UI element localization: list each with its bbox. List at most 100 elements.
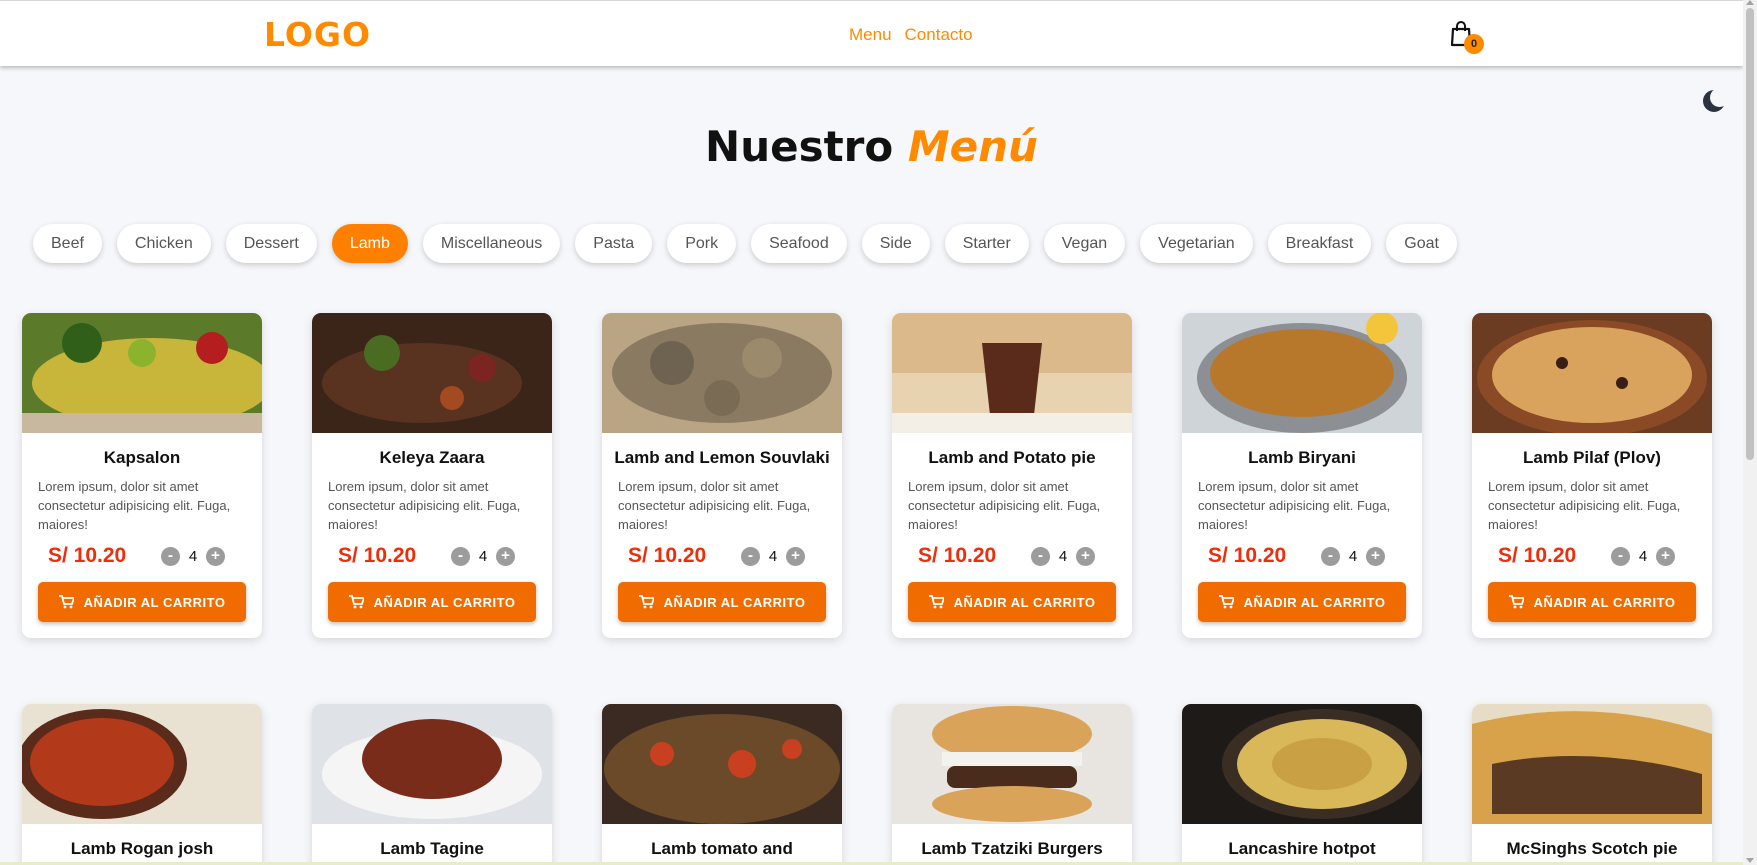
- product-name: Lamb and Potato pie: [928, 448, 1096, 467]
- quantity-value: 4: [478, 547, 488, 565]
- category-chip-seafood[interactable]: Seafood: [751, 224, 847, 263]
- scroll-down-arrow-icon[interactable]: [1746, 858, 1754, 863]
- product-description: Lorem ipsum, dolor sit amet consectetur …: [1488, 479, 1681, 532]
- category-chip-beef[interactable]: Beef: [33, 224, 102, 263]
- add-to-cart-label: AÑADIR AL CARRITO: [373, 594, 516, 610]
- price-row: S/ 10.20 - 4 +: [1182, 534, 1422, 570]
- quantity-stepper: - 4 +: [1031, 546, 1095, 566]
- plus-icon[interactable]: +: [1656, 546, 1675, 566]
- food-image: [1182, 313, 1422, 433]
- category-chip-goat[interactable]: Goat: [1386, 224, 1457, 263]
- food-image: [312, 704, 552, 824]
- product-name: Lamb and Lemon Souvlaki: [614, 448, 830, 467]
- main-nav: Menu Contacto: [849, 25, 973, 45]
- product-card: Lancashire hotpot: [1182, 704, 1422, 865]
- minus-icon[interactable]: -: [741, 546, 760, 566]
- product-price: S/ 10.20: [48, 544, 127, 567]
- food-image: [1472, 313, 1712, 433]
- site-header: LOGO Menu Contacto 0: [0, 0, 1743, 66]
- minus-icon[interactable]: -: [1321, 546, 1340, 566]
- category-chip-vegetarian[interactable]: Vegetarian: [1140, 224, 1253, 263]
- product-card: Kapsalon Lorem ipsum, dolor sit amet con…: [22, 313, 262, 638]
- category-chip-pasta[interactable]: Pasta: [575, 224, 653, 263]
- product-description: Lorem ipsum, dolor sit amet consectetur …: [328, 479, 521, 532]
- minus-icon[interactable]: -: [161, 546, 180, 566]
- quantity-value: 4: [1638, 547, 1648, 565]
- add-to-cart-button[interactable]: AÑADIR AL CARRITO: [1198, 582, 1406, 622]
- plus-icon[interactable]: +: [1366, 546, 1385, 566]
- plus-icon[interactable]: +: [206, 546, 225, 566]
- category-chip-starter[interactable]: Starter: [944, 224, 1029, 263]
- plus-icon[interactable]: +: [786, 546, 805, 566]
- title-prefix: Nuestro: [705, 122, 894, 171]
- product-name: Keleya Zaara: [379, 448, 485, 467]
- category-chip-lamb[interactable]: Lamb: [331, 224, 408, 263]
- product-card: Lamb Tzatziki Burgers: [892, 704, 1132, 865]
- product-card: Lamb Tagine: [312, 704, 552, 865]
- scroll-up-arrow-icon[interactable]: [1746, 0, 1754, 5]
- product-card: Keleya Zaara Lorem ipsum, dolor sit amet…: [312, 313, 552, 638]
- product-name: Lamb Rogan josh: [70, 839, 214, 858]
- product-price: S/ 10.20: [918, 544, 997, 567]
- product-name: Lamb Pilaf (Plov): [1523, 448, 1661, 467]
- product-card: McSinghs Scotch pie: [1472, 704, 1712, 865]
- add-to-cart-label: AÑADIR AL CARRITO: [1533, 594, 1676, 610]
- scrollbar-thumb[interactable]: [1746, 8, 1754, 460]
- category-chip-side[interactable]: Side: [861, 224, 930, 263]
- quantity-stepper: - 4 +: [1321, 546, 1385, 566]
- product-card: Lamb tomato and: [602, 704, 842, 865]
- quantity-value: 4: [188, 547, 198, 565]
- add-to-cart-label: AÑADIR AL CARRITO: [663, 594, 806, 610]
- price-row: S/ 10.20 - 4 +: [892, 534, 1132, 570]
- cart-icon: [928, 595, 944, 609]
- cart-icon: [1218, 595, 1234, 609]
- plus-icon[interactable]: +: [496, 546, 515, 566]
- price-row: S/ 10.20 - 4 +: [1472, 534, 1712, 570]
- nav-link-contacto[interactable]: Contacto: [905, 25, 973, 45]
- quantity-value: 4: [1348, 547, 1358, 565]
- moon-icon[interactable]: [1703, 88, 1729, 112]
- nav-link-menu[interactable]: Menu: [849, 25, 892, 45]
- add-to-cart-button[interactable]: AÑADIR AL CARRITO: [38, 582, 246, 622]
- quantity-stepper: - 4 +: [161, 546, 225, 566]
- product-name: Kapsalon: [103, 448, 181, 467]
- category-chip-chicken[interactable]: Chicken: [116, 224, 211, 263]
- minus-icon[interactable]: -: [451, 546, 470, 566]
- category-chip-pork[interactable]: Pork: [667, 224, 737, 263]
- add-to-cart-button[interactable]: AÑADIR AL CARRITO: [618, 582, 826, 622]
- food-image: [22, 313, 262, 433]
- price-row: S/ 10.20 - 4 +: [602, 534, 842, 570]
- page-scrollbar[interactable]: [1743, 0, 1757, 865]
- add-to-cart-label: AÑADIR AL CARRITO: [1243, 594, 1386, 610]
- minus-icon[interactable]: -: [1611, 546, 1630, 566]
- cart-button[interactable]: 0: [1450, 21, 1484, 55]
- product-description: Lorem ipsum, dolor sit amet consectetur …: [1198, 479, 1391, 532]
- quantity-stepper: - 4 +: [451, 546, 515, 566]
- add-to-cart-label: AÑADIR AL CARRITO: [83, 594, 226, 610]
- price-row: S/ 10.20 - 4 +: [22, 534, 262, 570]
- category-chip-vegan[interactable]: Vegan: [1043, 224, 1126, 263]
- quantity-stepper: - 4 +: [1611, 546, 1675, 566]
- product-name: Lamb Tagine: [380, 839, 484, 858]
- category-filter-bar: Beef Chicken Dessert Lamb Miscellaneous …: [33, 224, 1457, 263]
- product-name: Lamb Tzatziki Burgers: [921, 839, 1103, 858]
- add-to-cart-button[interactable]: AÑADIR AL CARRITO: [1488, 582, 1696, 622]
- add-to-cart-button[interactable]: AÑADIR AL CARRITO: [328, 582, 536, 622]
- category-chip-miscellaneous[interactable]: Miscellaneous: [422, 224, 561, 263]
- category-chip-dessert[interactable]: Dessert: [225, 224, 317, 263]
- product-price: S/ 10.20: [338, 544, 417, 567]
- category-chip-breakfast[interactable]: Breakfast: [1267, 224, 1372, 263]
- logo[interactable]: LOGO: [264, 15, 371, 54]
- add-to-cart-button[interactable]: AÑADIR AL CARRITO: [908, 582, 1116, 622]
- food-image: [602, 704, 842, 824]
- product-name: Lamb Biryani: [1248, 448, 1356, 467]
- food-image: [602, 313, 842, 433]
- minus-icon[interactable]: -: [1031, 546, 1050, 566]
- price-row: S/ 10.20 - 4 +: [312, 534, 552, 570]
- product-name: Lancashire hotpot: [1228, 839, 1376, 858]
- page-title: Nuestro Menú: [0, 122, 1743, 171]
- product-card: Lamb and Potato pie Lorem ipsum, dolor s…: [892, 313, 1132, 638]
- cart-icon: [638, 595, 654, 609]
- plus-icon[interactable]: +: [1076, 546, 1095, 566]
- cart-icon: [58, 595, 74, 609]
